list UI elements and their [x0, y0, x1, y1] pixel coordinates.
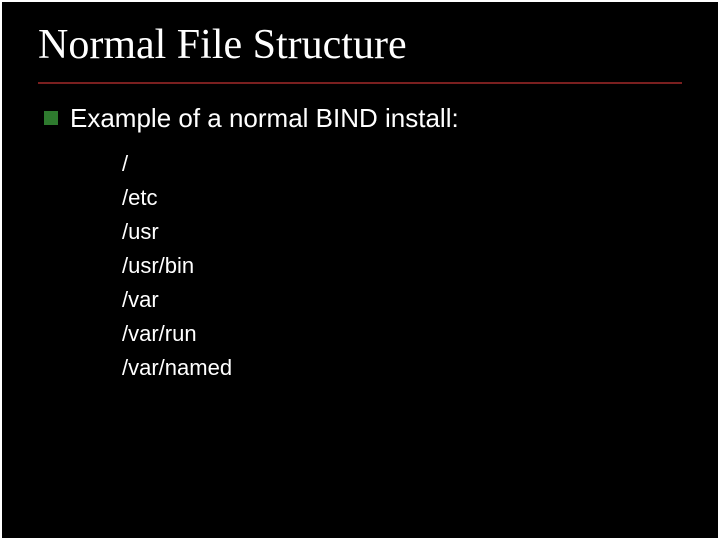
slide-title: Normal File Structure — [38, 22, 682, 74]
list-item: /var/named — [122, 351, 682, 385]
list-item: /var/run — [122, 317, 682, 351]
square-bullet-icon — [44, 111, 58, 125]
slide: Normal File Structure Example of a norma… — [0, 0, 720, 540]
path-list: / /etc /usr /usr/bin /var /var/run /var/… — [122, 147, 682, 386]
title-underline — [38, 82, 682, 84]
bullet-point-text: Example of a normal BIND install: — [70, 102, 459, 135]
list-item: /usr — [122, 215, 682, 249]
list-item: /etc — [122, 181, 682, 215]
list-item: /var — [122, 283, 682, 317]
list-item: / — [122, 147, 682, 181]
list-item: /usr/bin — [122, 249, 682, 283]
slide-body: Example of a normal BIND install: / /etc… — [38, 102, 682, 385]
bullet-point: Example of a normal BIND install: — [44, 102, 682, 135]
